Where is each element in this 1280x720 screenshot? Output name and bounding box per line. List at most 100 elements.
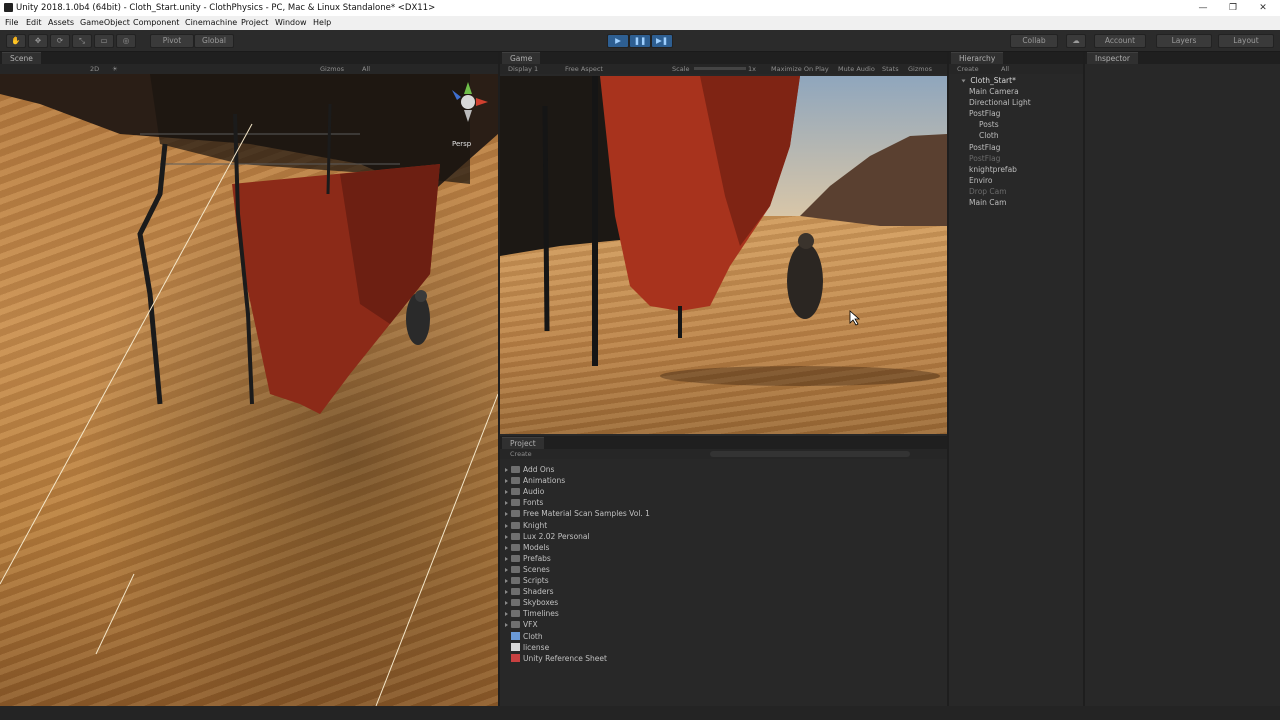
project-search-input[interactable] [710,451,910,457]
menu-component[interactable]: Component [133,18,179,27]
expand-arrow-icon[interactable] [505,479,508,484]
expand-arrow-icon[interactable] [505,490,508,495]
project-item[interactable]: Cloth [505,631,543,641]
hierarchy-item[interactable]: Drop Cam [969,187,1007,196]
expand-arrow-icon[interactable] [505,601,508,606]
hierarchy-item[interactable]: Main Camera [969,87,1019,96]
expand-arrow-icon[interactable] [505,545,508,550]
expand-arrow-icon[interactable] [505,567,508,572]
menu-help[interactable]: Help [313,18,331,27]
step-button[interactable]: ▶❚ [651,34,673,48]
stats-toggle[interactable]: Stats [882,65,899,73]
tab-game[interactable]: Game [502,52,541,64]
pause-button[interactable]: ❚❚ [629,34,651,48]
hierarchy-item[interactable]: Cloth [979,131,999,140]
expand-arrow-icon[interactable] [505,512,508,517]
play-button[interactable]: ▶ [607,34,629,48]
menu-edit[interactable]: Edit [26,18,42,27]
2d-toggle[interactable]: 2D [90,65,99,73]
expand-arrow-icon[interactable] [505,623,508,628]
hierarchy-search-input[interactable]: All [1001,65,1009,73]
expand-arrow-icon[interactable] [505,523,508,528]
menu-project[interactable]: Project [241,18,268,27]
expand-arrow-icon[interactable] [505,556,508,561]
game-gizmos-dropdown[interactable]: Gizmos [908,65,932,73]
tab-inspector[interactable]: Inspector [1087,52,1138,64]
scene-viewport[interactable]: Persp [0,74,498,706]
hierarchy-item[interactable]: PostFlag [969,154,1000,163]
menu-gameobject[interactable]: GameObject [80,18,130,27]
aspect-dropdown[interactable]: Free Aspect [565,65,603,73]
project-item-label: Scenes [523,564,550,574]
scale-tool-icon[interactable]: ⤡ [72,34,92,48]
expand-arrow-icon[interactable] [505,468,508,472]
expand-arrow-icon[interactable] [505,501,508,506]
restore-button[interactable]: ❐ [1226,2,1240,14]
project-item[interactable]: Timelines [505,609,559,618]
hierarchy-scene-root[interactable]: Cloth_Start* [961,76,1016,85]
layers-dropdown[interactable]: Layers [1156,34,1212,48]
menu-cinemachine[interactable]: Cinemachine [185,18,237,27]
game-viewport[interactable] [500,76,947,434]
tab-project[interactable]: Project [502,437,544,449]
project-item[interactable]: Prefabs [505,554,551,563]
project-item[interactable]: Add Ons [505,465,554,474]
collab-dropdown[interactable]: Collab [1010,34,1058,48]
hierarchy-item[interactable]: PostFlag [969,143,1000,152]
tab-scene[interactable]: Scene [2,52,41,64]
view-gizmo[interactable] [446,80,490,124]
project-item[interactable]: Scenes [505,565,550,574]
cloud-icon[interactable]: ☁ [1066,34,1086,48]
project-item[interactable]: Shaders [505,587,553,596]
hierarchy-create-dropdown[interactable]: Create [957,65,979,73]
project-item[interactable]: Knight [505,521,547,530]
display-dropdown[interactable]: Display 1 [508,65,538,73]
tab-hierarchy[interactable]: Hierarchy [951,52,1004,64]
project-item[interactable]: Skyboxes [505,598,558,607]
rotate-tool-icon[interactable]: ⟳ [50,34,70,48]
scene-gizmos-dropdown[interactable]: Gizmos [320,65,344,73]
project-item[interactable]: Scripts [505,576,549,585]
folder-icon [511,621,520,629]
hierarchy-item[interactable]: Directional Light [969,98,1031,107]
lighting-toggle-icon[interactable]: ☀ [112,65,118,73]
layout-dropdown[interactable]: Layout [1218,34,1274,48]
project-item[interactable]: Lux 2.02 Personal [505,532,590,541]
move-tool-icon[interactable]: ✥ [28,34,48,48]
close-button[interactable]: ✕ [1256,2,1270,14]
project-item[interactable]: Models [505,543,549,552]
rect-tool-icon[interactable]: ▭ [94,34,114,48]
expand-arrow-icon[interactable] [505,534,508,539]
hierarchy-item[interactable]: knightprefab [969,165,1017,174]
pivot-toggle[interactable]: Pivot [150,34,194,48]
global-toggle[interactable]: Global [194,34,234,48]
project-item[interactable]: Fonts [505,498,543,507]
collapse-arrow-icon[interactable] [961,79,966,83]
project-item[interactable]: Free Material Scan Samples Vol. 1 [505,509,650,518]
menu-file[interactable]: File [5,18,18,27]
expand-arrow-icon[interactable] [505,590,508,595]
persp-label[interactable]: Persp [452,140,471,148]
project-create-dropdown[interactable]: Create [510,450,532,458]
hierarchy-item[interactable]: Enviro [969,176,993,185]
hierarchy-item[interactable]: PostFlag [969,109,1000,118]
expand-arrow-icon[interactable] [505,579,508,583]
scale-slider[interactable] [694,67,746,70]
project-item[interactable]: VFX [505,620,538,629]
account-dropdown[interactable]: Account [1094,34,1146,48]
expand-arrow-icon[interactable] [505,612,508,617]
menu-assets[interactable]: Assets [48,18,74,27]
maximize-on-play-toggle[interactable]: Maximize On Play [771,65,829,73]
project-item[interactable]: license [505,642,549,652]
project-item[interactable]: Audio [505,487,544,496]
transform-tool-icon[interactable]: ◎ [116,34,136,48]
hand-tool-icon[interactable]: ✋ [6,34,26,48]
menu-window[interactable]: Window [275,18,307,27]
project-item[interactable]: Animations [505,476,565,485]
minimize-button[interactable]: — [1196,2,1210,14]
project-item[interactable]: Unity Reference Sheet [505,653,607,663]
scene-search-input[interactable]: All [362,65,370,73]
mute-audio-toggle[interactable]: Mute Audio [838,65,875,73]
hierarchy-item[interactable]: Main Cam [969,198,1006,207]
hierarchy-item[interactable]: Posts [979,120,999,129]
